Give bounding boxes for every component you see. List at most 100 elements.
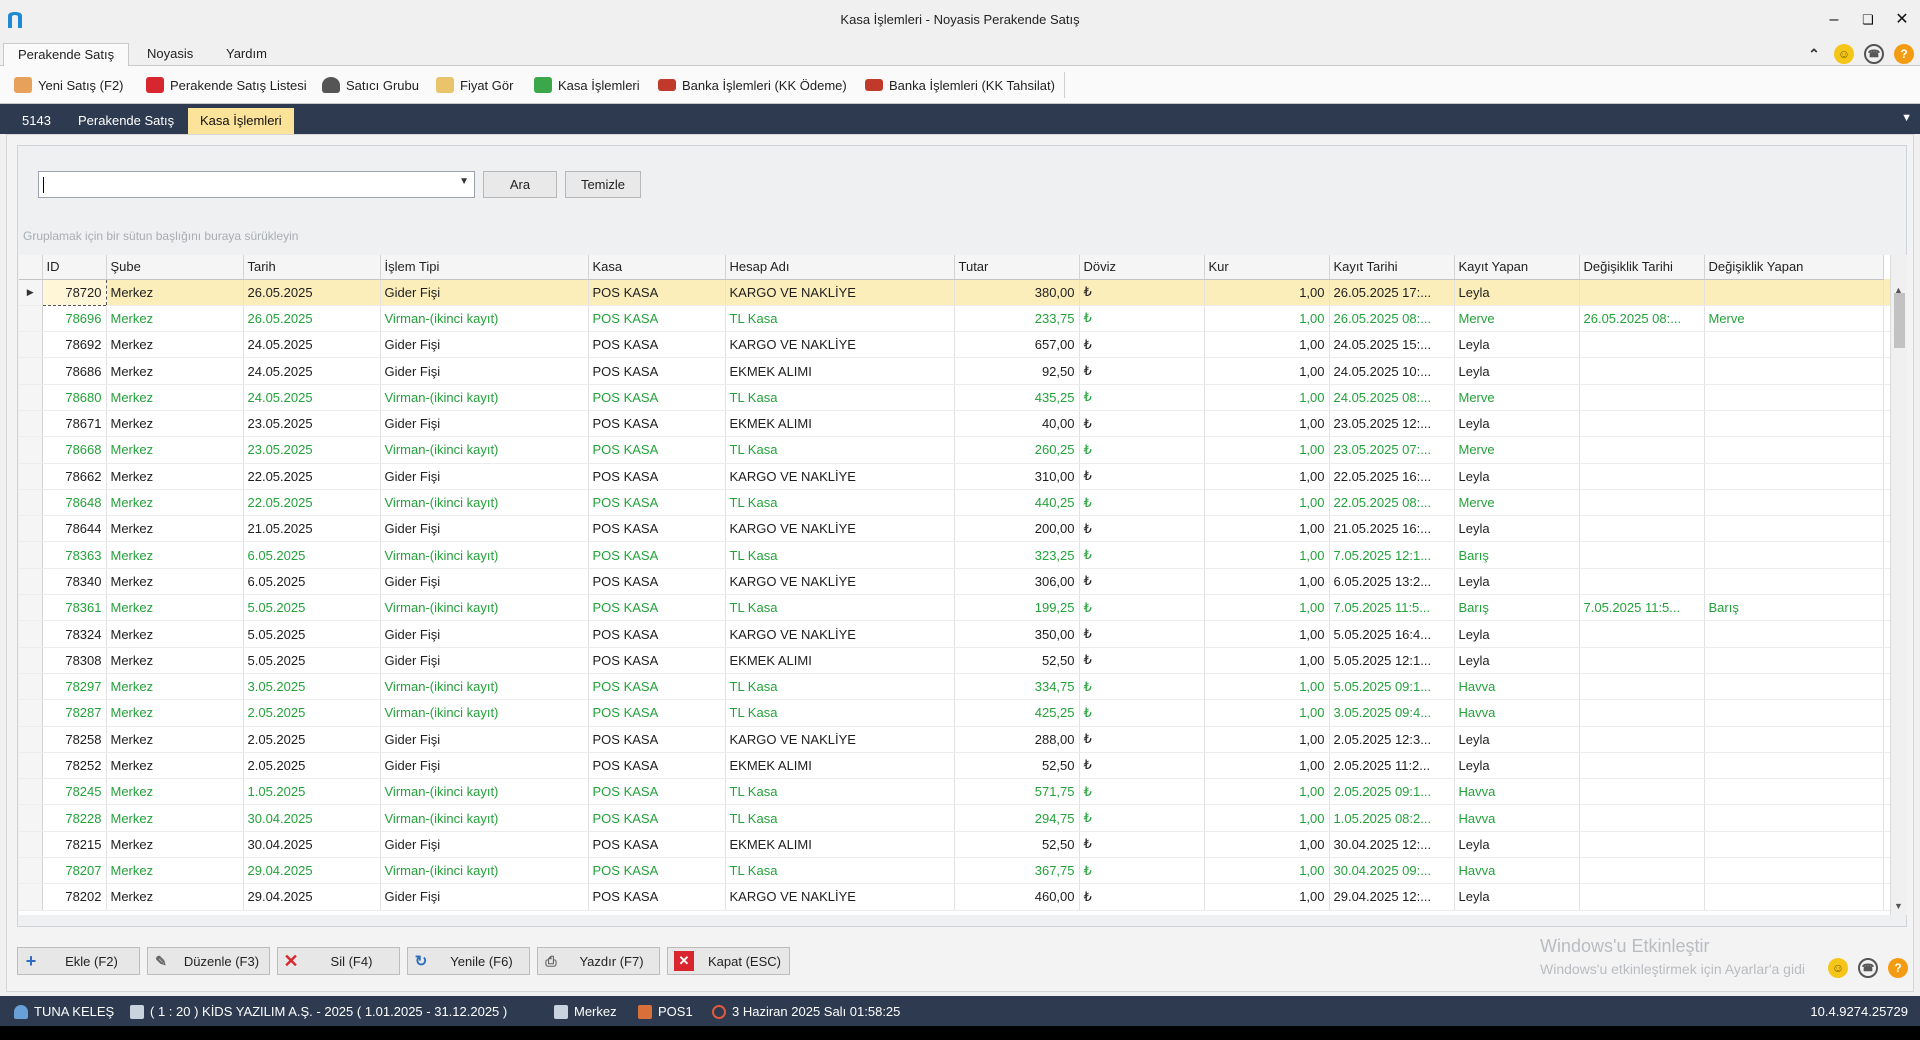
table-cell[interactable]: 78245	[42, 778, 107, 806]
table-cell[interactable]: 78662	[42, 463, 107, 490]
clear-button[interactable]: Temizle	[565, 171, 641, 198]
column-header[interactable]: Değişiklik Tarihi	[1579, 255, 1705, 280]
table-cell[interactable]: 7.05.2025 11:5...	[1329, 594, 1455, 622]
table-cell[interactable]: ₺	[1079, 436, 1205, 464]
table-cell[interactable]: POS KASA	[588, 620, 726, 648]
row-indicator[interactable]	[19, 384, 43, 411]
table-row[interactable]: 78207 Merkez 29.04.2025 Virman-(ikinci kayı…	[19, 857, 1893, 885]
table-cell[interactable]: Havva	[1454, 778, 1580, 806]
table-cell[interactable]: Virman-(ikinci kayıt)	[380, 489, 589, 517]
table-cell[interactable]: TL Kasa	[725, 384, 955, 411]
table-cell[interactable]: 2.05.2025 11:2...	[1329, 752, 1455, 780]
table-cell[interactable]: 21.05.2025	[243, 515, 381, 543]
table-cell[interactable]: Havva	[1454, 804, 1580, 832]
table-cell[interactable]: 657,00	[954, 331, 1080, 359]
table-cell[interactable]: ₺	[1079, 726, 1205, 753]
column-header[interactable]: Döviz	[1079, 255, 1205, 280]
table-cell[interactable]: Merkez	[106, 410, 244, 438]
table-cell[interactable]: 200,00	[954, 515, 1080, 543]
table-cell[interactable]: 1,00	[1204, 489, 1330, 517]
table-cell[interactable]: 1,00	[1204, 410, 1330, 438]
table-cell[interactable]: 78297	[42, 673, 107, 701]
table-cell[interactable]: 1,00	[1204, 305, 1330, 333]
table-cell[interactable]: ₺	[1079, 778, 1205, 806]
row-indicator-arrow-icon[interactable]: ▶	[19, 279, 43, 306]
table-cell[interactable]: 2.05.2025	[243, 752, 381, 780]
search-button[interactable]: Ara	[483, 171, 557, 198]
table-cell[interactable]: 78680	[42, 384, 107, 411]
table-cell[interactable]: Leyla	[1454, 752, 1580, 780]
table-cell[interactable]: KARGO VE NAKLİYE	[725, 279, 955, 306]
table-row[interactable]: 78252 Merkez 2.05.2025 Gider Fişi POS KASA EK…	[19, 752, 1893, 780]
table-row[interactable]: 78662 Merkez 22.05.2025 Gider Fişi POS KASA K…	[19, 463, 1893, 490]
table-cell[interactable]	[1579, 410, 1705, 438]
table-cell[interactable]: EKMEK ALIMI	[725, 831, 955, 859]
table-cell[interactable]: 7.05.2025 11:5...	[1579, 594, 1705, 622]
table-cell[interactable]: POS KASA	[588, 699, 726, 727]
row-indicator[interactable]	[19, 673, 43, 701]
table-cell[interactable]	[1704, 620, 1884, 648]
table-cell[interactable]: 78324	[42, 620, 107, 648]
table-cell[interactable]: 5.05.2025	[243, 594, 381, 622]
table-cell[interactable]: POS KASA	[588, 857, 726, 885]
table-cell[interactable]: 5.05.2025 12:1...	[1329, 647, 1455, 674]
table-cell[interactable]: Virman-(ikinci kayıt)	[380, 384, 589, 411]
table-cell[interactable]	[1704, 804, 1884, 832]
table-cell[interactable]: ₺	[1079, 463, 1205, 490]
table-cell[interactable]: 294,75	[954, 804, 1080, 832]
table-cell[interactable]	[1704, 515, 1884, 543]
support-headset-icon[interactable]: ☎	[1858, 958, 1878, 978]
table-cell[interactable]: 26.05.2025	[243, 305, 381, 333]
table-cell[interactable]: 323,25	[954, 541, 1080, 569]
table-cell[interactable]: Virman-(ikinci kayıt)	[380, 594, 589, 622]
scroll-down-icon[interactable]: ▼	[1894, 901, 1903, 911]
table-row[interactable]: 78686 Merkez 24.05.2025 Gider Fişi POS KASA E…	[19, 357, 1893, 385]
table-cell[interactable]: Virman-(ikinci kayıt)	[380, 778, 589, 806]
table-cell[interactable]: 1,00	[1204, 804, 1330, 832]
table-cell[interactable]: Gider Fişi	[380, 726, 589, 753]
table-cell[interactable]: TL Kasa	[725, 541, 955, 569]
table-cell[interactable]: 380,00	[954, 279, 1080, 306]
row-indicator[interactable]	[19, 357, 43, 385]
table-cell[interactable]: 1.05.2025 08:2...	[1329, 804, 1455, 832]
scrollbar-thumb[interactable]	[1894, 293, 1905, 348]
table-cell[interactable]: 5.05.2025 16:4...	[1329, 620, 1455, 648]
table-cell[interactable]: Gider Fişi	[380, 883, 589, 911]
table-cell[interactable]: Merve	[1704, 305, 1884, 333]
table-cell[interactable]: 52,50	[954, 752, 1080, 780]
table-cell[interactable]: Gider Fişi	[380, 410, 589, 438]
table-row[interactable]: 78671 Merkez 23.05.2025 Gider Fişi POS KASA E…	[19, 410, 1893, 438]
chevron-up-icon[interactable]: ⌃	[1804, 44, 1824, 64]
table-cell[interactable]: 1,00	[1204, 752, 1330, 780]
row-indicator[interactable]	[19, 804, 43, 832]
table-cell[interactable]: 1,00	[1204, 857, 1330, 885]
row-indicator[interactable]	[19, 568, 43, 596]
table-cell[interactable]: 5.05.2025	[243, 620, 381, 648]
table-cell[interactable]: 78648	[42, 489, 107, 517]
table-cell[interactable]: Merkez	[106, 673, 244, 701]
table-cell[interactable]: 78361	[42, 594, 107, 622]
table-cell[interactable]: TL Kasa	[725, 857, 955, 885]
table-cell[interactable]: Merkez	[106, 804, 244, 832]
table-cell[interactable]: 2.05.2025 09:1...	[1329, 778, 1455, 806]
table-cell[interactable]: POS KASA	[588, 357, 726, 385]
table-cell[interactable]: ₺	[1079, 410, 1205, 438]
refresh-button[interactable]: ↻ Yenile (F6)	[407, 947, 530, 975]
row-indicator[interactable]	[19, 515, 43, 543]
table-cell[interactable]: Leyla	[1454, 568, 1580, 596]
table-cell[interactable]: POS KASA	[588, 778, 726, 806]
table-cell[interactable]: 78692	[42, 331, 107, 359]
table-cell[interactable]	[1579, 279, 1705, 306]
table-cell[interactable]: 40,00	[954, 410, 1080, 438]
table-cell[interactable]: 78308	[42, 647, 107, 674]
table-cell[interactable]: 260,25	[954, 436, 1080, 464]
table-cell[interactable]: TL Kasa	[725, 804, 955, 832]
table-cell[interactable]: Leyla	[1454, 883, 1580, 911]
vertical-scrollbar[interactable]: ▲ ▼	[1890, 255, 1907, 915]
table-cell[interactable]: Virman-(ikinci kayıt)	[380, 857, 589, 885]
table-cell[interactable]: 1,00	[1204, 384, 1330, 411]
table-cell[interactable]: TL Kasa	[725, 594, 955, 622]
table-cell[interactable]: 1,00	[1204, 673, 1330, 701]
row-indicator[interactable]	[19, 647, 43, 674]
table-cell[interactable]: 26.05.2025 08:...	[1329, 305, 1455, 333]
